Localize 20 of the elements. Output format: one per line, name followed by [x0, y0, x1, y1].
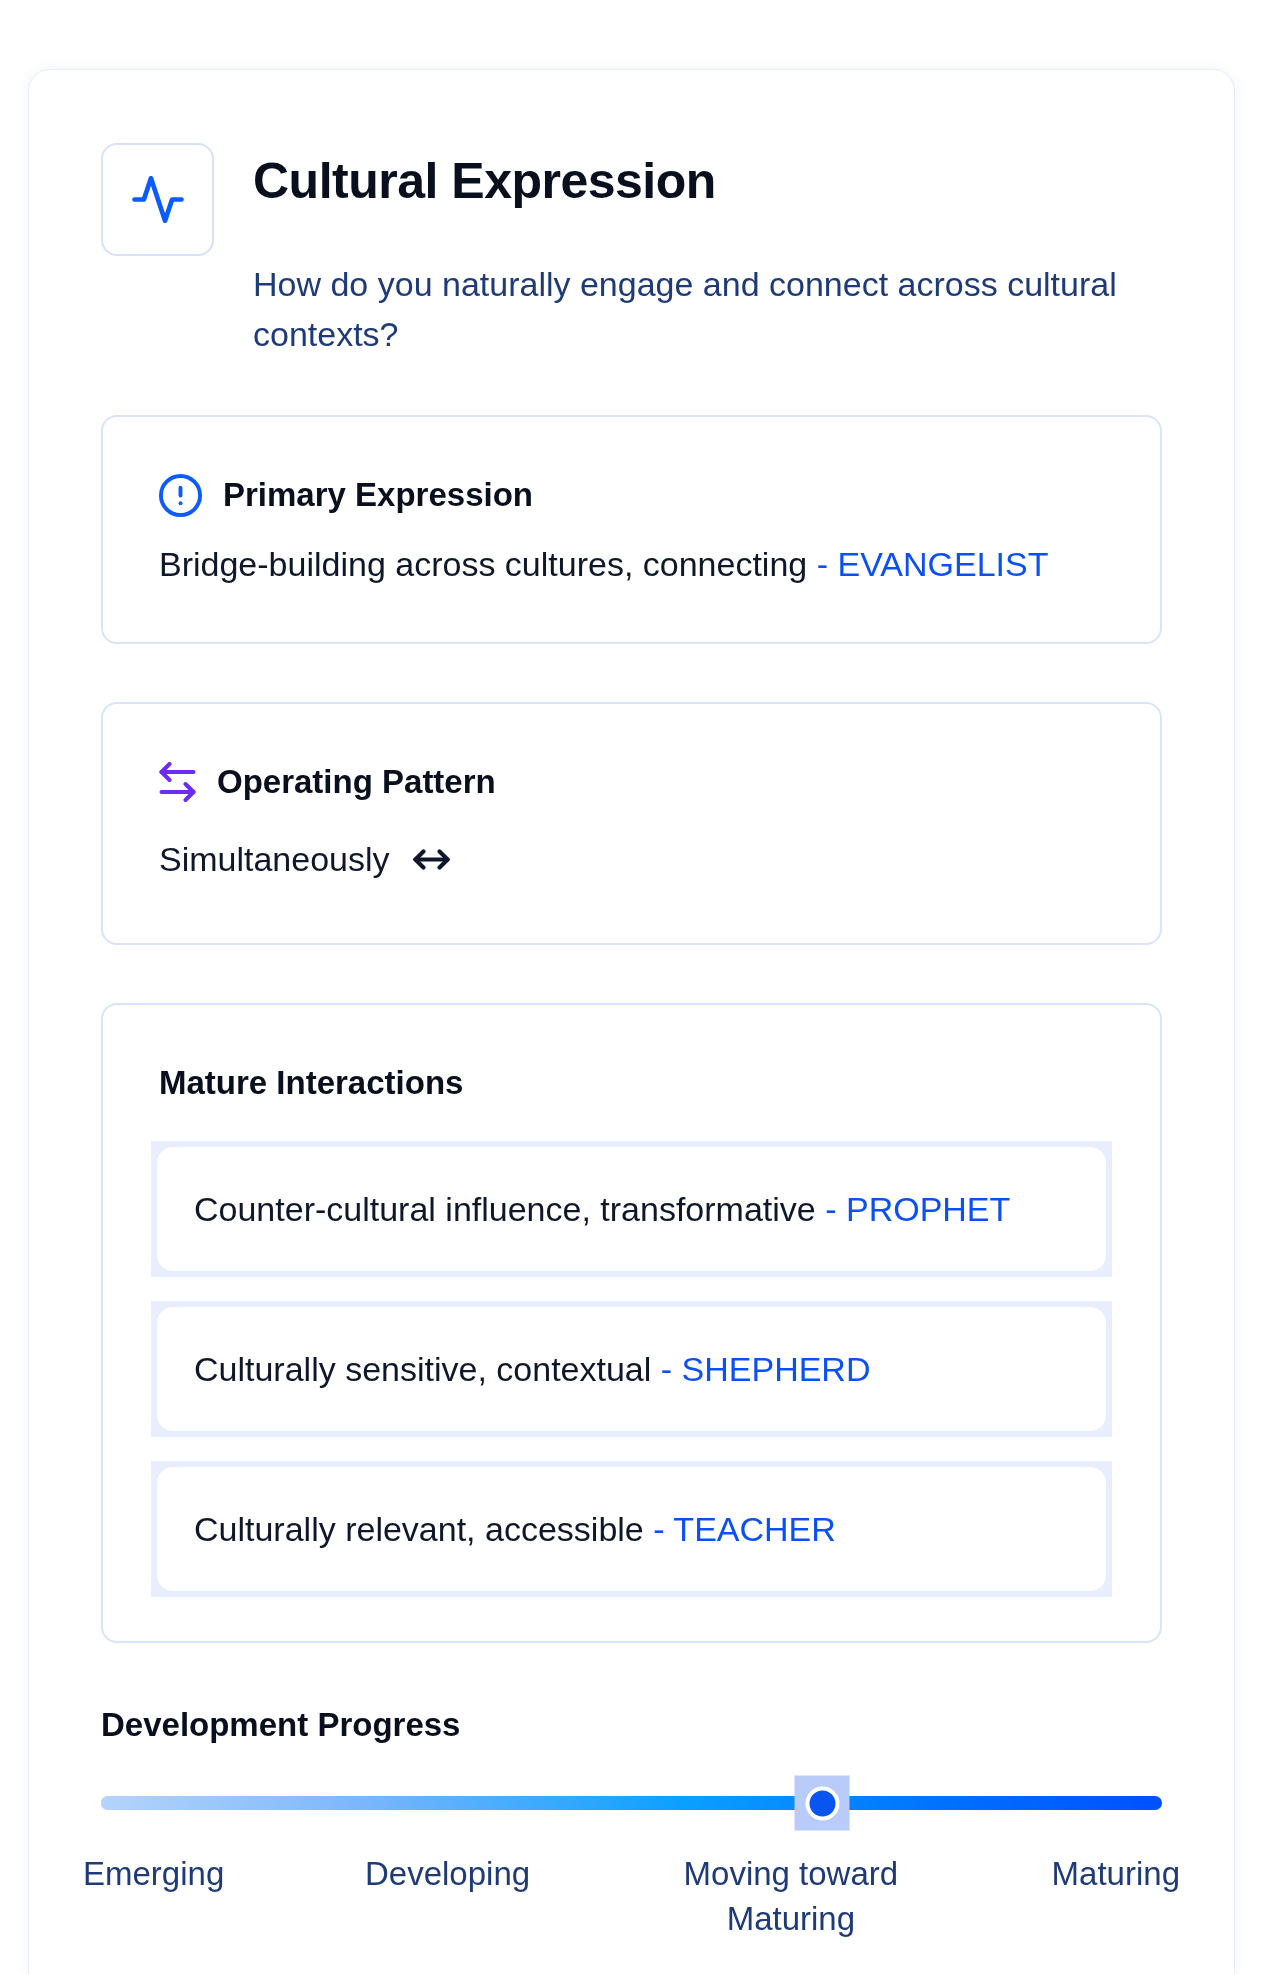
pulse-icon	[101, 143, 214, 256]
card-heading: Mature Interactions	[159, 1063, 464, 1103]
stage-label: Developing	[365, 1854, 531, 1894]
card-heading: Primary Expression	[223, 475, 533, 515]
progress-heading: Development Progress	[101, 1705, 461, 1745]
swap-arrows-icon	[159, 762, 196, 802]
pattern-value: Simultaneously	[159, 839, 390, 879]
stage-label: Emerging	[83, 1854, 225, 1894]
double-arrow-icon	[412, 848, 450, 870]
section-title: Cultural Expression	[253, 153, 716, 209]
interaction-text: Culturally relevant, accessible - TEACHER	[194, 1509, 836, 1549]
interaction-text: Culturally sensitive, contextual - SHEPHERD	[194, 1349, 871, 1389]
interaction-text: Counter-cultural influence, transformative - PROPHET	[194, 1189, 1011, 1229]
slider-thumb[interactable]	[794, 1775, 850, 1831]
stage-label: Maturing	[1051, 1854, 1180, 1894]
stage-label: Moving toward Maturing	[682, 1854, 900, 1939]
card-heading: Operating Pattern	[217, 762, 496, 802]
alert-circle-icon	[159, 473, 202, 517]
expression-text: Bridge-building across cultures, connecting - EVANGELIST	[159, 544, 1049, 584]
section-question: How do you naturally engage and connect across cultural contexts?	[253, 264, 1118, 355]
